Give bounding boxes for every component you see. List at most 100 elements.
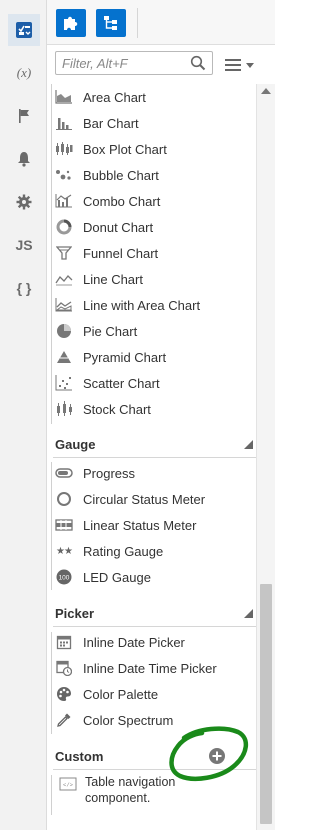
collapse-triangle-icon[interactable] — [244, 609, 253, 618]
palette-item-linear-status-meter[interactable]: Linear Status Meter — [55, 512, 257, 538]
palette-item-line-chart[interactable]: Line Chart — [55, 266, 257, 292]
palette-item-progress[interactable]: Progress — [55, 460, 257, 486]
palette-icon — [55, 686, 73, 702]
palette-item-stock-chart[interactable]: Stock Chart — [55, 396, 257, 422]
palette-item-pyramid-chart[interactable]: Pyramid Chart — [55, 344, 257, 370]
bubble-chart-icon — [55, 167, 73, 183]
palette-item-area-chart[interactable]: Area Chart — [55, 84, 257, 110]
pyramid-chart-icon — [55, 349, 73, 365]
puzzle-icon — [64, 16, 78, 30]
section-header-picker[interactable]: Picker — [55, 603, 257, 623]
search-icon[interactable] — [190, 55, 206, 76]
palette-item-funnel-chart[interactable]: Funnel Chart — [55, 240, 257, 266]
palette-item-led-gauge[interactable]: 100 LED Gauge — [55, 564, 257, 590]
item-label: Line with Area Chart — [83, 297, 201, 313]
custom-component-icon: </> — [59, 777, 77, 794]
section-header-gauge[interactable]: Gauge — [55, 434, 257, 454]
led-gauge-icon: 100 — [55, 569, 73, 585]
section-title: Gauge — [55, 436, 96, 452]
item-label: Scatter Chart — [83, 375, 160, 391]
item-label: Linear Status Meter — [83, 517, 197, 533]
section-divider-line — [51, 462, 52, 590]
section-divider-line — [51, 632, 52, 734]
palette-item-scatter-chart[interactable]: Scatter Chart — [55, 370, 257, 396]
variables-icon[interactable]: (x) — [8, 57, 40, 89]
item-label: Pyramid Chart — [83, 349, 167, 365]
structure-button[interactable] — [96, 9, 126, 37]
linear-meter-icon — [55, 517, 73, 533]
collapse-triangle-icon[interactable] — [244, 440, 253, 449]
item-label: Color Palette — [83, 686, 159, 702]
circular-meter-icon — [55, 491, 73, 507]
item-label: Inline Date Time Picker — [83, 660, 217, 676]
item-label: Box Plot Chart — [83, 141, 167, 157]
palette-item-pie-chart[interactable]: Pie Chart — [55, 318, 257, 344]
filter-field[interactable] — [55, 51, 213, 75]
filter-row — [47, 44, 275, 84]
progress-icon — [55, 465, 73, 481]
flag-icon[interactable] — [8, 100, 40, 132]
scrollbar-thumb[interactable] — [260, 584, 272, 824]
components-icon[interactable] — [8, 14, 40, 46]
item-label: Stock Chart — [83, 401, 151, 417]
palette-item-rating-gauge[interactable]: ★★ Rating Gauge — [55, 538, 257, 564]
component-palette: Area Chart Bar Chart Box Plot Chart Bubb… — [47, 0, 275, 830]
svg-text:</>: </> — [63, 782, 73, 789]
item-label: Inline Date Picker — [83, 634, 185, 650]
item-label: Bubble Chart — [83, 167, 159, 183]
palette-list[interactable]: Area Chart Bar Chart Box Plot Chart Bubb… — [47, 84, 257, 830]
section-rule — [53, 457, 257, 458]
rating-stars-icon: ★★ — [56, 545, 73, 557]
json-icon[interactable]: { } — [8, 272, 40, 304]
palette-item-line-with-area-chart[interactable]: Line with Area Chart — [55, 292, 257, 318]
item-label: LED Gauge — [83, 569, 151, 585]
calendar-icon — [55, 634, 73, 650]
item-label: Combo Chart — [83, 193, 161, 209]
item-label: Area Chart — [83, 89, 146, 105]
area-chart-icon — [55, 89, 73, 105]
combo-chart-icon — [55, 193, 73, 209]
view-menu-button[interactable] — [223, 56, 259, 74]
javascript-icon[interactable]: JS — [8, 229, 40, 261]
hamburger-menu-icon — [225, 59, 254, 71]
palette-item-circular-status-meter[interactable]: Circular Status Meter — [55, 486, 257, 512]
section-divider-line — [51, 775, 52, 815]
left-rail: (x) JS { } — [0, 0, 47, 830]
palette-item-combo-chart[interactable]: Combo Chart — [55, 188, 257, 214]
custom-component-label-line-1: Table navigation — [85, 775, 176, 789]
item-label: Circular Status Meter — [83, 491, 206, 507]
item-label: Funnel Chart — [83, 245, 159, 261]
gear-icon[interactable] — [8, 186, 40, 218]
palette-item-bubble-chart[interactable]: Bubble Chart — [55, 162, 257, 188]
filter-input[interactable] — [62, 53, 182, 73]
palette-item-bar-chart[interactable]: Bar Chart — [55, 110, 257, 136]
funnel-chart-icon — [55, 245, 73, 261]
handdrawn-annotation-circle — [169, 726, 248, 781]
palette-item-color-palette[interactable]: Color Palette — [55, 681, 257, 707]
pie-chart-icon — [55, 323, 73, 339]
palette-item-box-plot-chart[interactable]: Box Plot Chart — [55, 136, 257, 162]
scroll-up-arrow-icon[interactable] — [261, 88, 271, 94]
item-label: Progress — [83, 465, 136, 481]
item-label: Line Chart — [83, 271, 143, 287]
palette-scrollbar[interactable] — [256, 84, 275, 830]
section-title: Custom — [55, 748, 104, 764]
bar-chart-icon — [55, 115, 73, 131]
item-label: Bar Chart — [83, 115, 139, 131]
donut-chart-icon — [55, 219, 73, 235]
bell-icon[interactable] — [8, 143, 40, 175]
puzzle-button[interactable] — [56, 9, 86, 37]
palette-item-inline-date-time-picker[interactable]: Inline Date Time Picker — [55, 655, 257, 681]
line-area-chart-icon — [55, 297, 73, 313]
eyedropper-icon — [55, 712, 73, 728]
scatter-chart-icon — [55, 375, 73, 391]
palette-toolbar — [47, 0, 275, 45]
section-rule — [53, 626, 257, 627]
palette-item-inline-date-picker[interactable]: Inline Date Picker — [55, 629, 257, 655]
structure-icon — [104, 16, 117, 30]
box-plot-chart-icon — [55, 141, 73, 157]
item-label: Rating Gauge — [83, 543, 164, 559]
svg-text:100: 100 — [59, 575, 70, 582]
palette-item-donut-chart[interactable]: Donut Chart — [55, 214, 257, 240]
item-label: Donut Chart — [83, 219, 154, 235]
